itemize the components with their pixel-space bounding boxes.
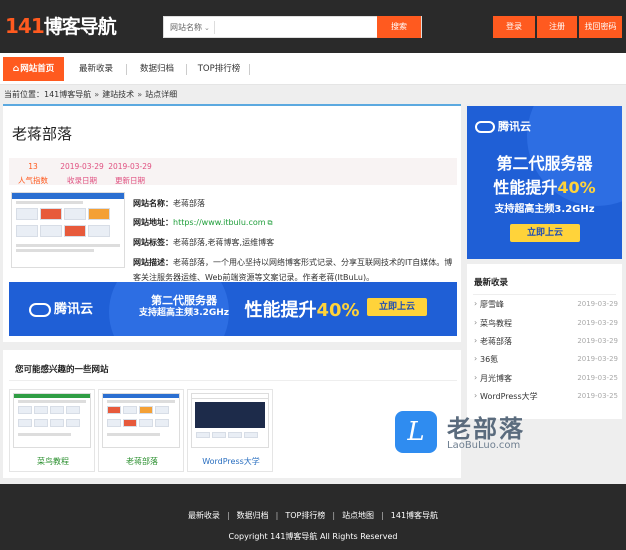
divider	[126, 64, 127, 75]
footer-link-top[interactable]: TOP排行榜	[285, 511, 325, 520]
top-header: 141博客导航 网站名称 ⌄ 搜索 登录 注册 找回密码	[0, 0, 626, 53]
ad-banner-wide[interactable]: 腾讯云 第二代服务器 支持超高主频3.2GHz 性能提升40% 立即上云	[9, 282, 457, 336]
external-link-icon[interactable]: ⧉	[268, 219, 273, 227]
chevron-down-icon: ⌄	[204, 24, 210, 32]
section-title: 最新收录	[474, 278, 509, 288]
ad-banner-side[interactable]: 腾讯云 第二代服务器 性能提升40% 支持超高主频3.2GHz 立即上云	[467, 106, 622, 259]
footer: 最新收录 | 数据归档 | TOP排行榜 | 站点地图 | 141博客导航 Copyright …	[0, 484, 626, 550]
footer-link-sitemap[interactable]: 站点地图	[342, 511, 374, 520]
site-info: 网站名称：老蒋部落 网站地址：https://www.itbulu.com ⧉ 网…	[133, 194, 457, 285]
nav-home[interactable]: ⌂网站首页	[3, 57, 64, 81]
search-type-select[interactable]: 网站名称 ⌄	[170, 22, 210, 33]
site-tags[interactable]: 老蒋部落,老蒋博客,运维博客	[173, 238, 274, 247]
nav-top[interactable]: TOP排行榜	[190, 53, 248, 85]
site-url-row: 网站地址：https://www.itbulu.com ⧉	[133, 218, 273, 227]
ad-subtitle: 支持超高主频3.2GHz	[494, 204, 595, 215]
ad-title: 第二代服务器	[496, 154, 593, 173]
main-nav: ⌂网站首页 最新收录 数据归档 TOP排行榜	[0, 53, 626, 85]
related-thumbnail	[191, 393, 269, 448]
nav-latest[interactable]: 最新收录	[68, 53, 124, 85]
breadcrumb-category[interactable]: 建站技术	[102, 90, 134, 99]
watermark-logo-icon: L	[395, 411, 437, 453]
related-item-name[interactable]: WordPress大学	[188, 456, 274, 467]
ad-perf: 性能提升40%	[244, 300, 360, 321]
stat-popularity: 13 人气指数	[18, 162, 48, 185]
watermark: L 老部落 LaoBuLuo.com	[395, 411, 565, 459]
recover-password-button[interactable]: 找回密码	[579, 16, 622, 38]
page-title: 老蒋部落	[12, 125, 73, 143]
site-tags-row: 网站标签：老蒋部落,老蒋博客,运维博客	[133, 238, 275, 247]
nav-archive[interactable]: 数据归档	[130, 53, 184, 85]
divider	[186, 64, 187, 75]
footer-links: 最新收录 | 数据归档 | TOP排行榜 | 站点地图 | 141博客导航	[187, 511, 439, 520]
list-item[interactable]: 老蒋部落2019-03-29	[474, 336, 618, 348]
login-button[interactable]: 登录	[493, 16, 535, 38]
related-thumbnail	[102, 393, 180, 448]
divider	[214, 21, 215, 34]
list-item[interactable]: 廖雪峰2019-03-29	[474, 299, 618, 311]
related-item-name[interactable]: 老蒋部落	[99, 456, 185, 467]
section-title: 您可能感兴趣的一些网站	[15, 365, 109, 375]
related-sites-card: 您可能感兴趣的一些网站 菜鸟教程 老蒋部落 WordPress大学	[3, 350, 461, 478]
footer-link-latest[interactable]: 最新收录	[188, 511, 220, 520]
ad-cta-button[interactable]: 立即上云	[510, 224, 580, 242]
footer-link-archive[interactable]: 数据归档	[237, 511, 269, 520]
cloud-icon	[475, 121, 495, 133]
site-url-link[interactable]: https://www.itbulu.com	[173, 218, 266, 227]
footer-link-home[interactable]: 141博客导航	[391, 511, 438, 520]
ad-title: 第二代服务器 支持超高主频3.2GHz	[138, 294, 230, 318]
home-icon: ⌂	[12, 64, 20, 74]
site-logo[interactable]: 141博客导航	[5, 12, 117, 39]
cloud-icon	[29, 302, 51, 317]
breadcrumb-current: 站点详细	[145, 90, 178, 99]
list-item[interactable]: 月光博客2019-03-25	[474, 373, 618, 385]
site-name-row: 网站名称：老蒋部落	[133, 199, 205, 208]
search-button[interactable]: 搜索	[377, 16, 421, 38]
stat-added-date: 2019-03-29 收录日期	[60, 162, 104, 185]
tencent-cloud-logo: 腾讯云	[29, 298, 93, 317]
related-thumbnail	[13, 393, 91, 448]
copyright: Copyright 141博客导航 All Rights Reserved	[228, 532, 398, 541]
tencent-cloud-logo: 腾讯云	[475, 118, 531, 134]
site-screenshot[interactable]	[11, 192, 125, 268]
divider	[9, 380, 457, 381]
divider	[249, 64, 250, 75]
recent-sites-card: 最新收录 廖雪峰2019-03-29 菜鸟教程2019-03-29 老蒋部落20…	[467, 264, 622, 419]
divider	[473, 294, 616, 295]
related-item-name[interactable]: 菜鸟教程	[10, 456, 96, 467]
ad-perf: 性能提升40%	[493, 178, 596, 197]
site-desc-row: 网站描述：老蒋部落，一个用心坚持以网络博客形式记录、分享互联网技术的IT自媒体。…	[133, 258, 453, 282]
breadcrumb-home[interactable]: 141博客导航	[44, 90, 91, 99]
related-item[interactable]: WordPress大学	[187, 389, 273, 472]
list-item[interactable]: WordPress大学2019-03-25	[474, 391, 618, 403]
list-item[interactable]: 36氪2019-03-29	[474, 354, 618, 366]
stat-updated-date: 2019-03-29 更新日期	[108, 162, 152, 185]
search-box: 网站名称 ⌄ 搜索	[163, 16, 422, 38]
ad-cta-button[interactable]: 立即上云	[367, 298, 427, 316]
register-button[interactable]: 注册	[537, 16, 577, 38]
list-item[interactable]: 菜鸟教程2019-03-29	[474, 318, 618, 330]
related-item[interactable]: 老蒋部落	[98, 389, 184, 472]
breadcrumb: 当前位置：141博客导航» 建站技术» 站点详细	[4, 90, 178, 99]
related-item[interactable]: 菜鸟教程	[9, 389, 95, 472]
site-detail-card: 老蒋部落 13 人气指数 2019-03-29 收录日期 2019-03-29 …	[3, 104, 461, 342]
